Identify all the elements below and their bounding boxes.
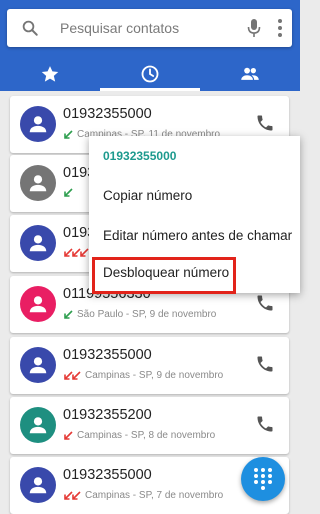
tab-contacts[interactable]: [200, 56, 300, 91]
search-bar[interactable]: Pesquisar contatos: [7, 9, 292, 47]
call-location-date: São Paulo - SP, 9 de novembro: [77, 309, 217, 320]
search-icon: [22, 20, 38, 36]
missed-call-icon: [63, 430, 73, 441]
person-icon: [29, 477, 47, 494]
call-location-date: Campinas - SP, 9 de novembro: [85, 370, 224, 381]
call-location-date: Campinas - SP, 7 de novembro: [85, 490, 224, 501]
tab-favorites[interactable]: [0, 56, 100, 91]
call-number: 01932355000: [63, 106, 152, 122]
avatar: [20, 347, 56, 383]
call-number: 01932355200: [63, 407, 152, 423]
missed-call-icon: [63, 370, 81, 381]
person-icon: [29, 417, 47, 434]
call-details: Campinas - SP, 9 de novembro: [63, 370, 223, 381]
person-icon: [29, 235, 47, 252]
call-log-item[interactable]: 01932355000 Campinas - SP, 9 de novembro: [10, 337, 289, 394]
call-details: [63, 188, 77, 198]
avatar: [20, 286, 56, 322]
call-number: 01932355000: [63, 347, 152, 363]
incoming-call-icon: [63, 129, 73, 140]
avatar: [20, 106, 56, 142]
avatar: [20, 467, 56, 503]
clock-icon: [141, 65, 159, 82]
microphone-icon[interactable]: [247, 18, 261, 38]
people-icon: [241, 67, 259, 80]
app-bar: Pesquisar contatos: [0, 0, 300, 91]
avatar: [20, 225, 56, 261]
context-menu-title: 01932355000: [103, 149, 177, 163]
phone-icon[interactable]: [255, 293, 275, 313]
tab-recents[interactable]: [100, 56, 200, 91]
person-icon: [29, 296, 47, 313]
menu-item-copy-number[interactable]: Copiar número: [103, 188, 192, 203]
call-details: Campinas - SP, 8 de novembro: [63, 430, 215, 441]
search-input[interactable]: Pesquisar contatos: [60, 20, 179, 36]
menu-item-edit-before-call[interactable]: Editar número antes de chamar: [103, 228, 292, 243]
star-icon: [41, 65, 59, 82]
person-icon: [29, 175, 47, 192]
missed-call-icon: [63, 248, 89, 258]
dialpad-button[interactable]: [241, 457, 285, 501]
dialpad-icon: [254, 468, 272, 490]
call-details: Campinas - SP, 7 de novembro: [63, 490, 223, 501]
person-icon: [29, 357, 47, 374]
incoming-call-icon: [63, 309, 73, 320]
call-number: 01932355000: [63, 467, 152, 483]
active-tab-indicator: [100, 88, 200, 91]
missed-call-icon: [63, 490, 81, 501]
call-location-date: Campinas - SP, 8 de novembro: [77, 430, 216, 441]
phone-icon[interactable]: [255, 113, 275, 133]
more-options-icon[interactable]: [278, 19, 282, 37]
highlight-box: [92, 257, 236, 294]
avatar: [20, 165, 56, 201]
phone-icon[interactable]: [255, 354, 275, 374]
phone-icon[interactable]: [255, 414, 275, 434]
person-icon: [29, 116, 47, 133]
incoming-call-icon: [63, 188, 73, 198]
call-details: São Paulo - SP, 9 de novembro: [63, 309, 216, 320]
avatar: [20, 407, 56, 443]
call-log-item[interactable]: 01932355200 Campinas - SP, 8 de novembro: [10, 397, 289, 454]
